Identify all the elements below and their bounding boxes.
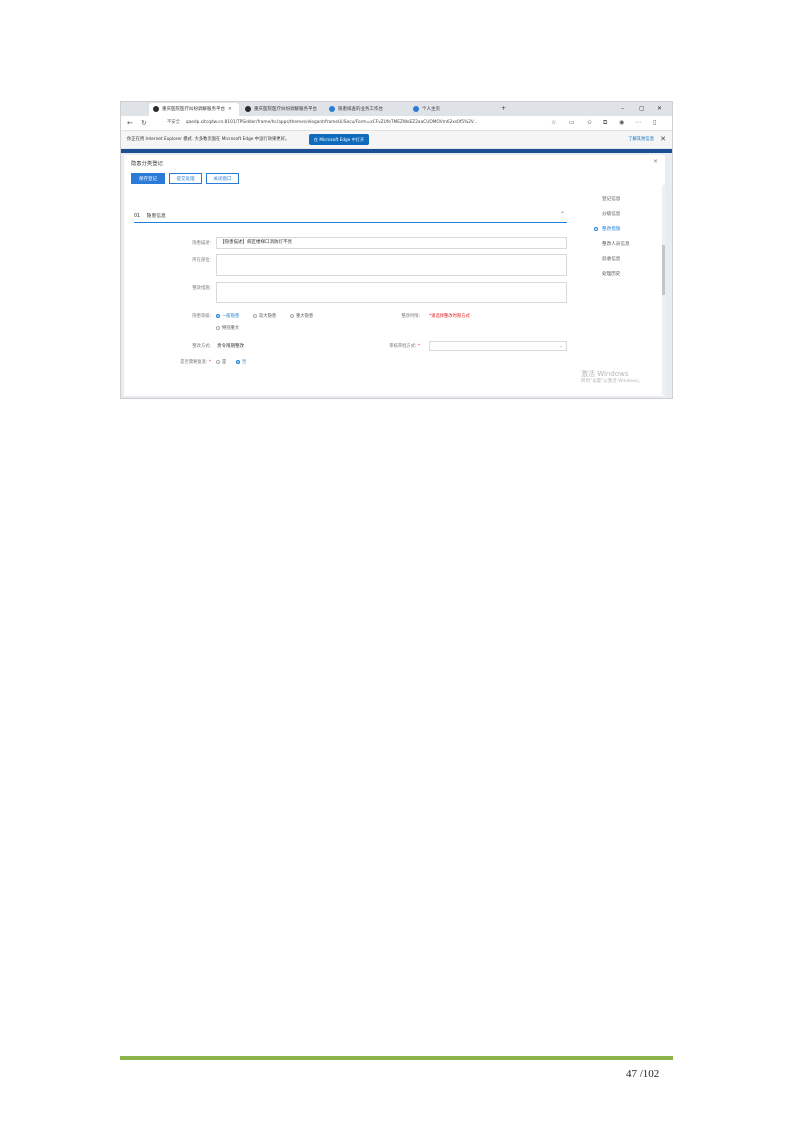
footer-rule — [120, 1056, 673, 1060]
measure-input[interactable] — [216, 282, 567, 303]
new-tab-button[interactable]: + — [501, 102, 506, 116]
hazard-desc-input[interactable]: 【隐患描述】病区楼梯口消防灯不亮 — [216, 237, 567, 249]
approval-label: 审核审批方式: * — [389, 344, 420, 349]
sidebar-icon[interactable]: ▯ — [653, 116, 656, 130]
location-input[interactable] — [216, 254, 567, 276]
method-label: 整改方式: — [192, 344, 211, 349]
level-option-major[interactable]: 较大隐患 — [253, 313, 276, 319]
required-mark: * — [207, 360, 211, 365]
collections-icon[interactable]: ⧉ — [603, 116, 607, 130]
profile-icon[interactable]: ◉ — [619, 116, 624, 130]
level-option-extreme[interactable]: 特别重大 — [216, 325, 239, 331]
sidebar-item-register[interactable]: 登记信息 — [602, 196, 620, 202]
need-review-no[interactable]: 否 — [236, 359, 246, 365]
tab-2[interactable]: 重庆医院医疗纠纷调解服务平台 — [241, 103, 323, 116]
required-mark: * — [416, 344, 420, 349]
measure-label: 整改措施: — [192, 286, 211, 291]
radio-dot — [216, 313, 220, 318]
sidebar-item-staff[interactable]: 整改人员信息 — [602, 241, 630, 247]
approval-select[interactable]: ⌄ — [429, 341, 567, 351]
infobar-message: 你正在用 Internet Explorer 模式. 大多数页面在 Micros… — [127, 137, 290, 142]
radio-dot — [216, 359, 220, 364]
sidebar-item-history[interactable]: 处理历史 — [602, 271, 620, 277]
sidebar-item-grading[interactable]: 分级信息 — [602, 211, 620, 217]
favorites-icon[interactable]: ✩ — [587, 116, 592, 130]
radio-dot — [216, 325, 220, 330]
back-icon[interactable]: ← — [127, 116, 133, 130]
section-title: 隐患信息 — [146, 214, 166, 219]
save-button[interactable]: 保存登记 — [131, 173, 165, 184]
url-field[interactable]: 不安全 qaedp.sitcqdw.cn:8101/TPSidder/frame/… — [167, 118, 547, 128]
method-value: 责令限期整改 — [217, 344, 244, 349]
tab-active[interactable]: 重庆医院医疗纠纷调解服务平台 ✕ — [149, 103, 239, 116]
browser-screenshot: 重庆医院医疗纠纷调解服务平台 ✕ 重庆医院医疗纠纷调解服务平台 隐患排查的业务工作… — [120, 101, 673, 399]
tab-4[interactable]: 个人主页 — [409, 103, 497, 116]
site-icon — [329, 105, 335, 112]
site-icon — [413, 105, 419, 112]
more-icon[interactable]: ⋯ — [635, 116, 641, 130]
learn-more-link[interactable]: 了解其他信息 — [628, 131, 654, 148]
tab-3[interactable]: 隐患排查的业务工作台 — [325, 103, 407, 116]
scrollbar[interactable] — [662, 185, 665, 395]
sidebar-item-measures[interactable]: 整改措施 — [602, 226, 620, 232]
sidebar-active-marker — [594, 227, 598, 231]
submit-button[interactable]: 提交处理 — [169, 173, 202, 184]
deadline-warning: *请选择整改时限方式 — [429, 314, 470, 319]
deadline-label: 整改时限: — [401, 314, 420, 319]
favorite-icon[interactable]: ☆ — [551, 116, 556, 130]
level-label: 隐患等级: — [192, 314, 211, 319]
level-option-general[interactable]: 一般隐患 — [216, 313, 239, 319]
maximize-icon[interactable]: ▢ — [639, 102, 645, 116]
radio-dot — [253, 313, 257, 318]
reader-icon[interactable]: ▭ — [569, 116, 575, 130]
level-option-severe[interactable]: 重大隐患 — [290, 313, 313, 319]
app-page: 隐患分类登记 × 保存登记 提交处理 关闭窗口 01 隐患信息 ⌃ 隐患描述: … — [121, 153, 672, 398]
need-review-label: 是否需要复查: * — [180, 360, 211, 365]
minimize-icon[interactable]: – — [621, 102, 624, 116]
tab-close-icon[interactable]: ✕ — [228, 107, 232, 112]
need-review-yes[interactable]: 是 — [216, 359, 226, 365]
refresh-icon[interactable]: ↻ — [141, 116, 147, 130]
dialog-title: 隐患分类登记 — [131, 161, 163, 167]
close-window-icon[interactable]: ✕ — [657, 102, 662, 116]
sidebar-item-acceptance[interactable]: 验收信息 — [602, 256, 620, 262]
site-icon — [245, 105, 251, 112]
page-number: 47 /102 — [626, 1068, 660, 1080]
section-number: 01 — [134, 214, 141, 219]
chevron-up-icon[interactable]: ⌃ — [560, 211, 565, 218]
radio-dot — [236, 359, 240, 364]
windows-activation-hint: 转到"设置"以激活 Windows。 — [581, 379, 643, 384]
chevron-down-icon: ⌄ — [558, 343, 563, 349]
open-in-edge-button[interactable]: 在 Microsoft Edge 中打开 — [309, 134, 369, 145]
scrollbar-thumb[interactable] — [662, 245, 665, 295]
location-label: 所在部位: — [192, 258, 211, 263]
dialog-close-icon[interactable]: × — [653, 158, 658, 165]
close-window-button[interactable]: 关闭窗口 — [206, 173, 239, 184]
ie-mode-infobar: 你正在用 Internet Explorer 模式. 大多数页面在 Micros… — [121, 131, 672, 149]
section-header[interactable]: 01 隐患信息 ⌃ — [134, 211, 567, 223]
close-infobar-icon[interactable]: ✕ — [660, 131, 666, 148]
dialog: 隐患分类登记 × 保存登记 提交处理 关闭窗口 01 隐患信息 ⌃ 隐患描述: … — [124, 155, 665, 396]
security-indicator[interactable]: 不安全 — [167, 120, 180, 125]
radio-dot — [290, 313, 294, 318]
site-icon — [153, 105, 159, 112]
hazard-desc-label: 隐患描述: — [192, 241, 211, 246]
tab-strip: 重庆医院医疗纠纷调解服务平台 ✕ 重庆医院医疗纠纷调解服务平台 隐患排查的业务工作… — [121, 102, 672, 116]
address-bar: ← ↻ 不安全 qaedp.sitcqdw.cn:8101/TPSidder/fr… — [121, 116, 672, 131]
